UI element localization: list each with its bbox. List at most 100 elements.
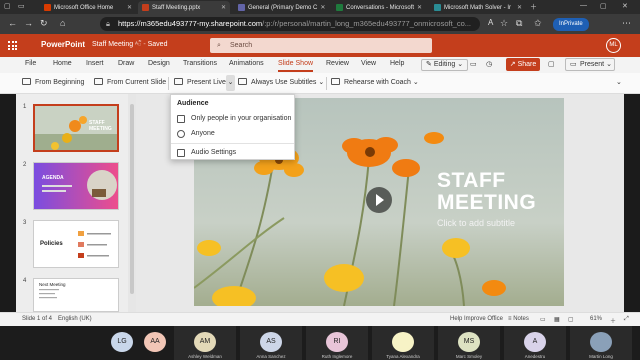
refresh-icon[interactable]: ↻ bbox=[40, 18, 48, 29]
maximize-icon[interactable]: ▢ bbox=[600, 2, 607, 10]
participant-avatar: AM bbox=[194, 332, 216, 352]
slide-title[interactable]: STAFF MEETING bbox=[437, 170, 536, 214]
close-tab-icon[interactable]: ✕ bbox=[517, 4, 522, 11]
notes-toggle[interactable]: ≡ Notes bbox=[508, 316, 529, 322]
help-improve-office[interactable]: Help Improve Office bbox=[450, 316, 503, 322]
slide-thumbnail-2[interactable]: AGENDA bbox=[33, 162, 119, 210]
chevron-down-icon: ⌄ bbox=[457, 61, 464, 68]
participant-tile[interactable]: MS Marc Smoley bbox=[438, 326, 500, 360]
close-tab-icon[interactable]: ✕ bbox=[417, 4, 422, 11]
participant-avatar: AA bbox=[144, 332, 166, 352]
read-aloud-icon[interactable]: A bbox=[488, 18, 493, 27]
forward-icon[interactable]: → bbox=[24, 18, 33, 28]
participant-tile[interactable]: Tyana Alexandra bbox=[372, 326, 434, 360]
participant-tile[interactable]: AS Anna Sanchez bbox=[240, 326, 302, 360]
tab-office-home[interactable]: Microsoft Office Home ✕ bbox=[40, 1, 136, 14]
menu-home[interactable]: Home bbox=[53, 60, 72, 67]
from-beginning-button[interactable]: From Beginning bbox=[22, 78, 84, 86]
subtitles-button[interactable]: Always Use Subtitles ⌄ bbox=[238, 78, 324, 86]
back-icon[interactable]: ← bbox=[8, 18, 17, 28]
subtitles-icon bbox=[238, 78, 247, 85]
app-launcher-icon[interactable] bbox=[8, 41, 17, 50]
slide-3-thumb-title: Policies bbox=[40, 241, 63, 247]
minimize-icon[interactable]: — bbox=[580, 2, 587, 9]
language-status[interactable]: English (UK) bbox=[58, 316, 92, 322]
favorites-bar-icon[interactable]: ✩ bbox=[534, 18, 542, 29]
menu-view[interactable]: View bbox=[361, 60, 376, 67]
menu-draw[interactable]: Draw bbox=[118, 60, 134, 67]
tab-actions-icon[interactable]: ▭ bbox=[18, 2, 25, 10]
reading-view-icon[interactable]: ▢ bbox=[568, 316, 574, 323]
app-name[interactable]: PowerPoint bbox=[41, 40, 85, 49]
catch-up-icon[interactable]: ◷ bbox=[486, 60, 492, 68]
tab-teams-general[interactable]: General (Primary Demo C ✕ bbox=[234, 1, 328, 14]
tab-staff-meeting[interactable]: Staff Meeting.pptx ✕ bbox=[138, 1, 230, 14]
audio-settings-item[interactable]: Audio Settings bbox=[171, 146, 294, 160]
menu-transitions[interactable]: Transitions bbox=[183, 60, 217, 67]
slide-thumbnail-3[interactable]: Policies bbox=[33, 220, 119, 268]
slide-subtitle-placeholder[interactable]: Click to add subtitle bbox=[437, 218, 515, 228]
menu-review[interactable]: Review bbox=[326, 60, 349, 67]
close-tab-icon[interactable]: ✕ bbox=[320, 4, 325, 11]
thumbnail-scrollbar[interactable] bbox=[128, 94, 136, 312]
menu-slide-show[interactable]: Slide Show bbox=[278, 60, 314, 72]
slide-number: 1 bbox=[23, 104, 27, 110]
tab-title: Conversations - Microsoft bbox=[346, 4, 415, 11]
document-title[interactable]: Staff Meeting ᴬ᭱ - Saved bbox=[92, 41, 167, 51]
rehearse-coach-button[interactable]: Rehearse with Coach ⌄ bbox=[331, 78, 419, 86]
zoom-in-icon[interactable]: ＋ bbox=[610, 316, 616, 325]
audience-heading: Audience bbox=[177, 100, 209, 107]
new-tab-icon[interactable]: ＋ bbox=[530, 2, 537, 12]
audience-option-anyone[interactable]: Anyone bbox=[171, 127, 294, 141]
favorite-icon[interactable]: ☆ bbox=[500, 18, 508, 29]
tab-conversations[interactable]: Conversations - Microsoft ✕ bbox=[332, 1, 426, 14]
participant-tile[interactable]: LG bbox=[108, 326, 136, 360]
participant-tile[interactable]: AA bbox=[138, 326, 172, 360]
comments-icon[interactable]: ▭ bbox=[470, 60, 477, 68]
close-tab-icon[interactable]: ✕ bbox=[127, 4, 132, 11]
home-icon[interactable]: ⌂ bbox=[60, 18, 65, 28]
slide-sorter-icon[interactable]: ▦ bbox=[554, 316, 560, 323]
close-window-icon[interactable]: ✕ bbox=[622, 2, 628, 10]
share-button[interactable]: ↗ Share bbox=[506, 58, 540, 71]
comment-icon[interactable]: ▢ bbox=[548, 60, 555, 68]
slide-thumbnail-1[interactable]: STAFF MEETING bbox=[33, 104, 119, 152]
browser-window-icon[interactable]: ▢ bbox=[4, 2, 11, 10]
ribbon-collapse-icon[interactable]: ⌄ bbox=[616, 78, 622, 86]
tab-math-solver[interactable]: Microsoft Math Solver - Ir ✕ bbox=[430, 1, 526, 14]
participants-strip: LG AA AM Ashley Weldman AS Anna Sanchez … bbox=[0, 326, 640, 360]
participant-tile[interactable]: RI Ruth Inglemore bbox=[306, 326, 368, 360]
scrollbar-thumb[interactable] bbox=[130, 104, 134, 294]
collections-icon[interactable]: ⧉ bbox=[516, 18, 522, 29]
menu-insert[interactable]: Insert bbox=[86, 60, 104, 67]
present-live-dropdown[interactable]: ⌄ bbox=[226, 75, 235, 91]
editing-mode-button[interactable]: ✎ Editing ⌄ bbox=[421, 59, 469, 71]
menu-animations[interactable]: Animations bbox=[229, 60, 264, 67]
play-media-icon[interactable] bbox=[366, 187, 392, 213]
url-field[interactable]: 🔒︎ https://m365edu493777-my.sharepoint.c… bbox=[100, 17, 480, 31]
option-label: Audio Settings bbox=[191, 149, 237, 156]
close-tab-icon[interactable]: ✕ bbox=[221, 4, 226, 11]
menu-help[interactable]: Help bbox=[390, 60, 404, 67]
rehearse-label: Rehearse with Coach bbox=[344, 79, 411, 86]
present-button[interactable]: ▭ Present ⌄ bbox=[565, 58, 615, 71]
participant-tile[interactable]: A Anedestru bbox=[504, 326, 566, 360]
search-input[interactable]: ⌕ Search bbox=[210, 38, 432, 53]
more-options-icon[interactable]: ⋯ bbox=[622, 18, 631, 29]
present-live-button[interactable]: Present Live bbox=[174, 78, 226, 86]
menu-design[interactable]: Design bbox=[148, 60, 170, 67]
menu-file[interactable]: File bbox=[25, 60, 36, 67]
zoom-level[interactable]: 61% bbox=[590, 316, 602, 322]
present-live-icon bbox=[174, 78, 183, 85]
user-avatar[interactable]: ML bbox=[606, 38, 621, 53]
fit-to-window-icon[interactable]: ⤢ bbox=[624, 316, 629, 323]
participant-tile[interactable]: AM Ashley Weldman bbox=[174, 326, 236, 360]
from-current-slide-button[interactable]: From Current Slide bbox=[94, 78, 166, 86]
participant-tile-self[interactable]: Martin Long bbox=[570, 326, 632, 360]
inprivate-badge[interactable]: InPrivate bbox=[553, 18, 589, 31]
slide-thumbnail-4[interactable]: Next Meeting bbox=[33, 278, 119, 312]
audience-option-organisation[interactable]: Only people in your organisation bbox=[171, 112, 294, 126]
normal-view-icon[interactable]: ▭ bbox=[540, 316, 546, 323]
slide-4-list-graphic bbox=[39, 289, 59, 299]
powerpoint-favicon-icon bbox=[142, 4, 149, 11]
